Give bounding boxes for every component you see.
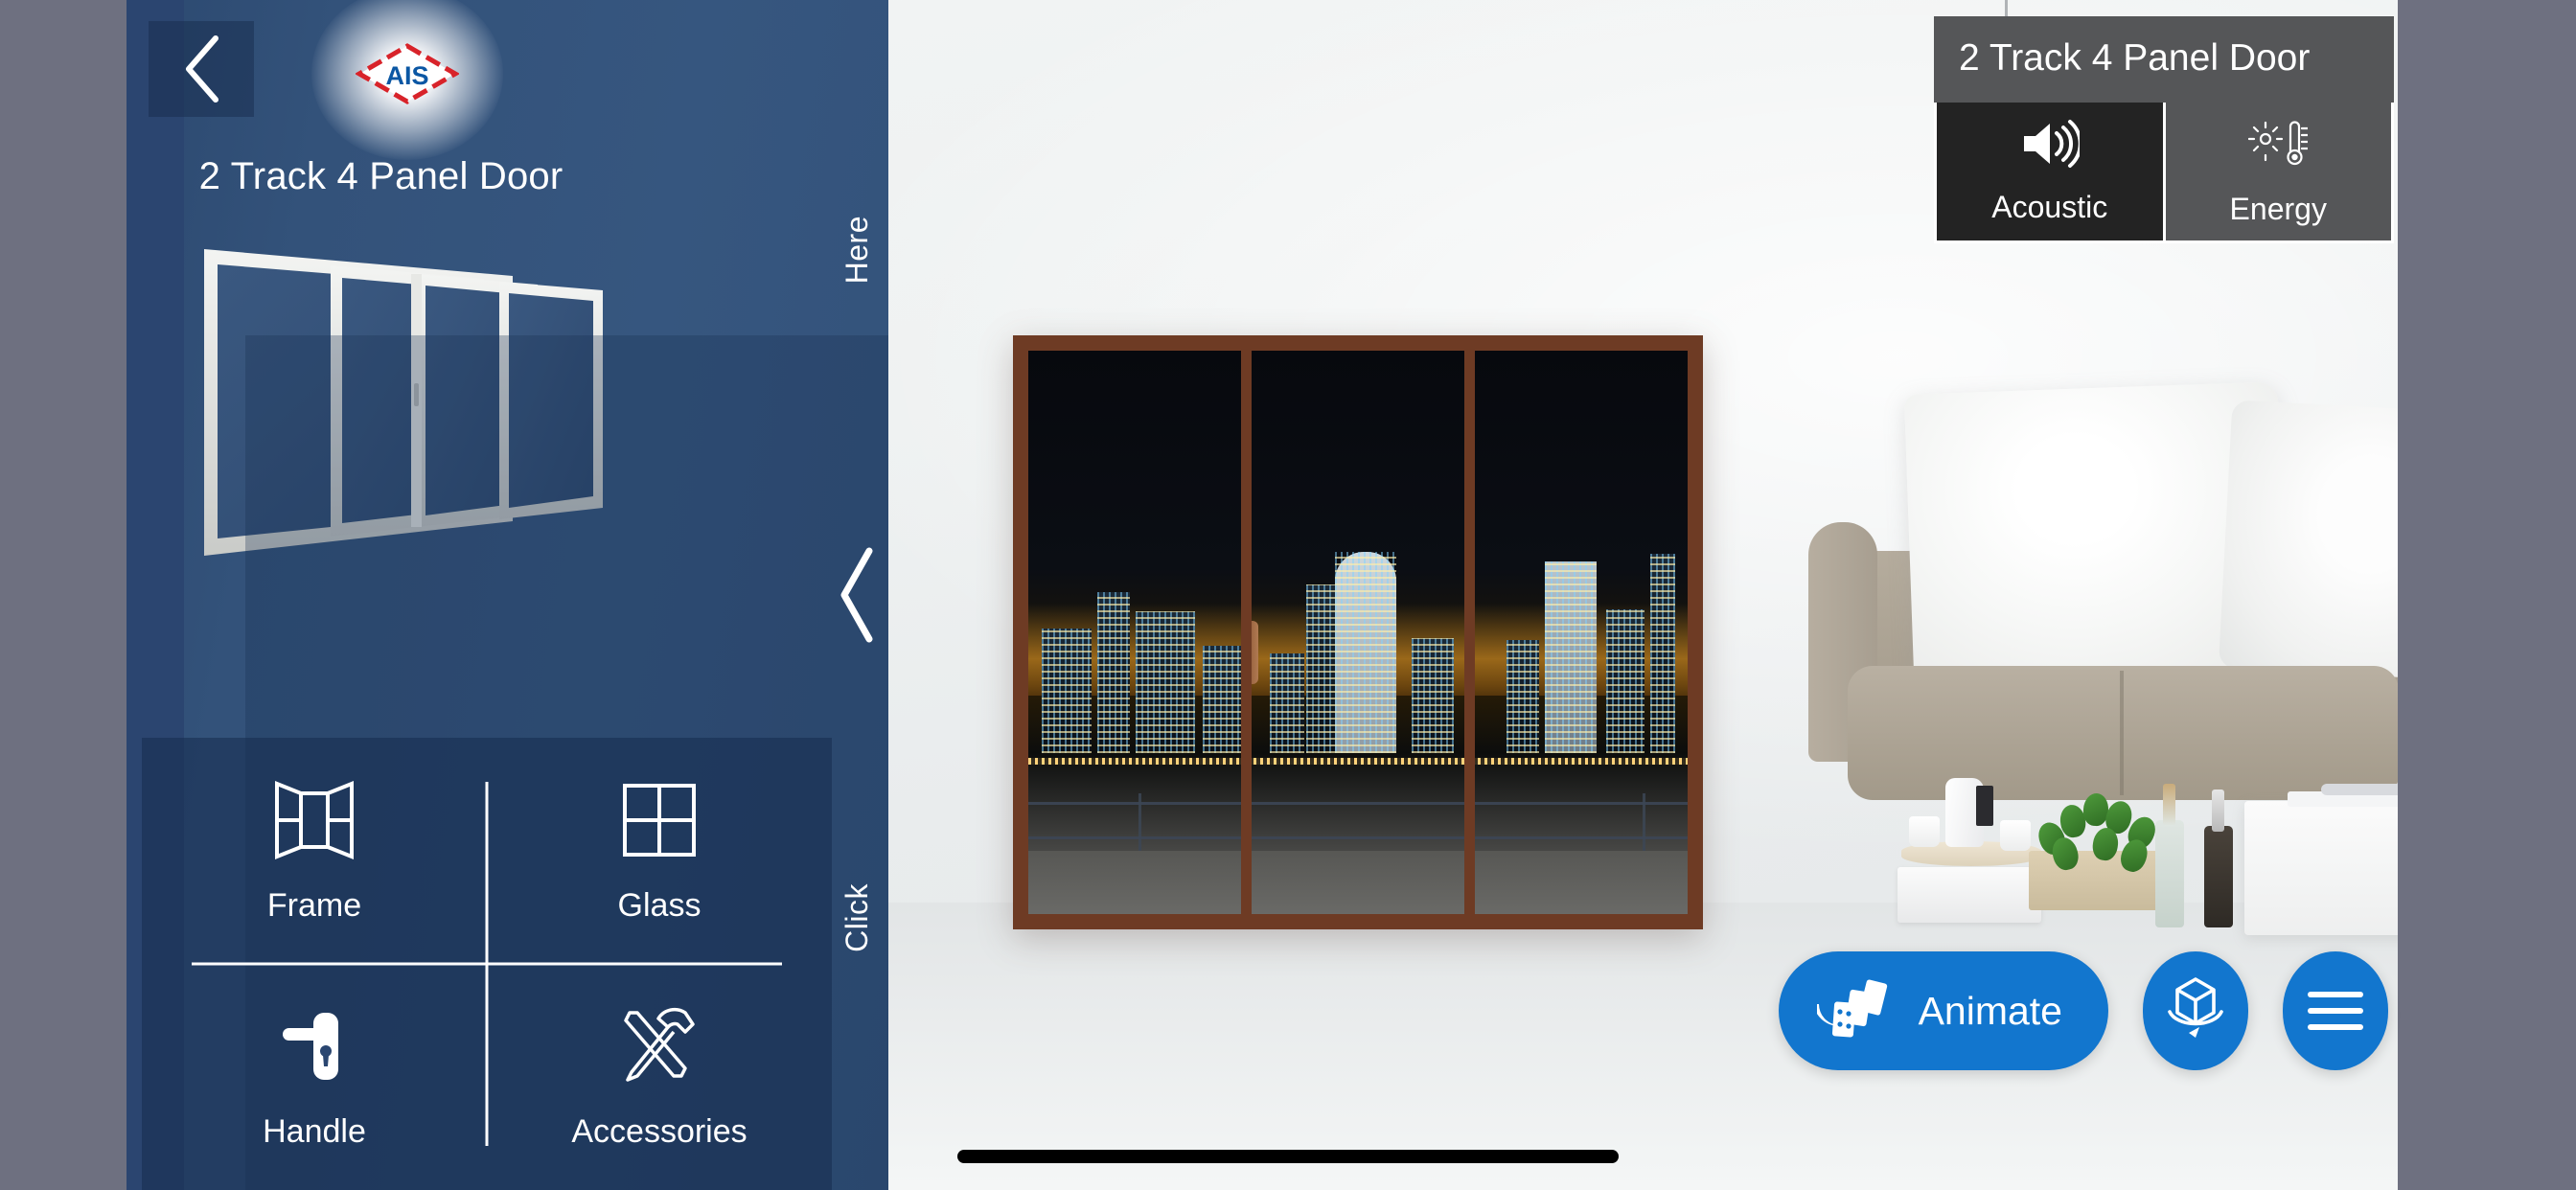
ais-logo-icon: AIS <box>355 42 460 105</box>
thermometer-sun-icon <box>2248 120 2309 165</box>
brand-logo: AIS <box>311 0 503 160</box>
cup <box>1909 816 1940 847</box>
info-overlay-title: 2 Track 4 Panel Door <box>1934 16 2394 103</box>
option-label: Accessories <box>571 1112 748 1150</box>
speaker-volume-icon <box>2023 119 2080 168</box>
stacked-books <box>1898 867 2041 923</box>
option-label: Glass <box>617 886 702 924</box>
hamburger-menu-icon <box>2308 992 2363 1030</box>
product-info-overlay: 2 Track 4 Panel Door Acoustic Energy <box>1934 16 2394 243</box>
door-pane-2 <box>1248 344 1471 921</box>
door-handle[interactable] <box>1252 621 1258 685</box>
option-glass[interactable]: Glass <box>487 738 832 964</box>
cushion-small <box>2218 400 2398 683</box>
cube-rotate-3d-icon <box>2168 977 2223 1038</box>
door-pane-3 <box>1471 344 1694 921</box>
option-label: Handle <box>263 1112 366 1150</box>
table-remote <box>2321 784 2398 795</box>
collapse-hint-top: Here <box>839 216 874 285</box>
action-bar: Animate <box>1778 951 2388 1070</box>
tab-energy[interactable]: Energy <box>2162 103 2391 240</box>
back-button[interactable] <box>149 21 254 117</box>
option-label: Frame <box>266 886 362 924</box>
door-handle-icon <box>266 1004 362 1088</box>
cup <box>2000 820 2031 851</box>
right-device-bezel <box>2398 0 2576 1190</box>
rotate-3d-button[interactable] <box>2143 951 2248 1070</box>
app-root: AIS 2 Track 4 Panel Door Frame Glass Han… <box>0 0 2576 1190</box>
menu-button[interactable] <box>2283 951 2388 1070</box>
panel-collapse-handle[interactable]: Here Click <box>825 0 888 1190</box>
home-indicator[interactable] <box>957 1150 1619 1163</box>
door-pane-1 <box>1022 344 1248 921</box>
glass-grid-icon <box>611 778 707 862</box>
option-frame[interactable]: Frame <box>142 738 487 964</box>
frame-window-icon <box>266 778 362 862</box>
bottle-frosted <box>2155 820 2184 927</box>
ar-product-sliding-door[interactable] <box>1013 335 1703 929</box>
side-table <box>2244 801 2398 935</box>
sofa <box>1808 381 2398 805</box>
bottle-dark <box>2204 826 2233 927</box>
option-grid-card: Frame Glass Handle Accessories <box>142 738 832 1190</box>
tools-hammer-screwdriver-icon <box>611 1004 707 1088</box>
tab-acoustic[interactable]: Acoustic <box>1937 103 2163 240</box>
chevron-left-icon <box>186 35 218 103</box>
tab-label: Acoustic <box>1991 189 2108 224</box>
dominoes-falling-icon <box>1816 979 1887 1038</box>
info-overlay-tabs: Acoustic Energy <box>1934 103 2394 243</box>
option-accessories[interactable]: Accessories <box>487 964 832 1190</box>
page-title: 2 Track 4 Panel Door <box>198 155 564 197</box>
animate-button[interactable]: Animate <box>1778 951 2108 1070</box>
chevron-left-icon <box>840 547 873 643</box>
tab-label: Energy <box>2229 191 2327 226</box>
collapse-hint-bottom: Click <box>839 883 874 952</box>
animate-label: Animate <box>1918 988 2062 1033</box>
option-handle[interactable]: Handle <box>142 964 487 1190</box>
grid-divider-horizontal <box>192 962 782 966</box>
logo-text: AIS <box>385 61 428 90</box>
